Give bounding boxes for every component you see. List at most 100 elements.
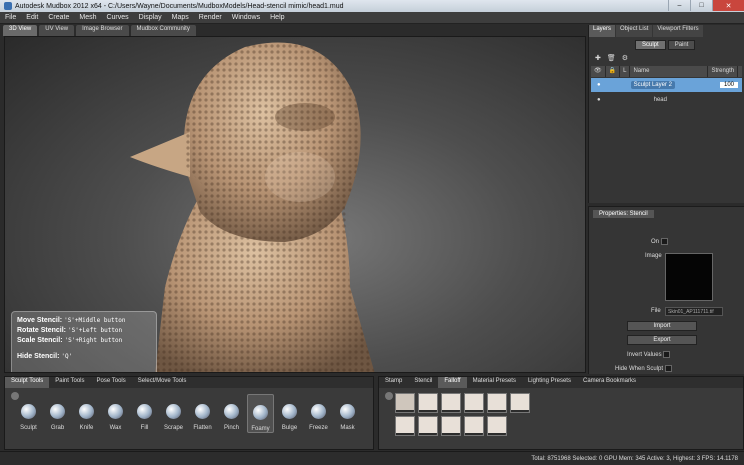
tool-grab[interactable]: Grab xyxy=(44,394,71,433)
paint-mode-button[interactable]: Paint xyxy=(667,40,696,50)
view-tabs: 3D View UV View Image Browser Mudbox Com… xyxy=(3,25,198,36)
tab-uv-view[interactable]: UV View xyxy=(39,25,75,36)
falloff-preset[interactable] xyxy=(441,393,461,413)
column-name: Name xyxy=(630,66,709,77)
on-label: On xyxy=(651,239,660,246)
close-button[interactable]: ✕ xyxy=(712,0,744,11)
falloff-preset[interactable] xyxy=(418,416,438,436)
presets-options-icon[interactable] xyxy=(385,392,393,400)
menu-help[interactable]: Help xyxy=(265,14,289,21)
layer-options-icon[interactable]: ⚙ xyxy=(622,54,628,62)
file-path-field[interactable]: Skin01_AP111711.tif xyxy=(665,307,723,316)
layer-mode-toggle: Sculpt Paint xyxy=(635,40,744,50)
maximize-button[interactable]: □ xyxy=(690,0,712,11)
layer-toolbar: ✚ 🗑 ⚙ xyxy=(595,54,744,62)
tab-falloff[interactable]: Falloff xyxy=(438,377,467,388)
fill-tool-icon xyxy=(137,404,152,419)
export-button[interactable]: Export xyxy=(627,335,697,345)
minimize-button[interactable]: – xyxy=(668,0,690,11)
menu-curves[interactable]: Curves xyxy=(101,14,133,21)
presets-tray: Stamp Stencil Falloff Material Presets L… xyxy=(378,376,744,450)
tool-fill[interactable]: Fill xyxy=(131,394,158,433)
tab-stencil[interactable]: Stencil xyxy=(408,377,438,388)
menu-mesh[interactable]: Mesh xyxy=(74,14,101,21)
falloff-preset[interactable] xyxy=(395,416,415,436)
menu-render[interactable]: Render xyxy=(194,14,227,21)
tool-mask[interactable]: Mask xyxy=(334,394,361,433)
tool-flatten[interactable]: Flatten xyxy=(189,394,216,433)
tab-pose-tools[interactable]: Pose Tools xyxy=(91,377,132,388)
falloff-preset[interactable] xyxy=(441,416,461,436)
tool-wax[interactable]: Wax xyxy=(102,394,129,433)
tab-viewport-filters[interactable]: Viewport Filters xyxy=(653,25,703,37)
tab-select-move-tools[interactable]: Select/Move Tools xyxy=(132,377,193,388)
tool-foamy[interactable]: Foamy xyxy=(247,394,274,433)
import-button[interactable]: Import xyxy=(627,321,697,331)
tab-mudbox-community[interactable]: Mudbox Community xyxy=(130,25,196,36)
tool-label: Grab xyxy=(50,425,65,431)
tab-stamp[interactable]: Stamp xyxy=(379,377,408,388)
visibility-dot-icon[interactable]: ● xyxy=(597,82,601,88)
tool-label: Wax xyxy=(109,425,122,431)
layer-strength-input[interactable]: 100 xyxy=(720,82,738,88)
tab-lighting-presets[interactable]: Lighting Presets xyxy=(522,377,577,388)
menu-create[interactable]: Create xyxy=(43,14,74,21)
tray-options-icon[interactable] xyxy=(11,392,19,400)
tool-label: Mask xyxy=(340,425,355,431)
menu-file[interactable]: File xyxy=(0,14,21,21)
invert-values-checkbox[interactable] xyxy=(663,351,671,358)
tool-label: Foamy xyxy=(251,426,270,432)
falloff-preset[interactable] xyxy=(418,393,438,413)
scale-stencil-hint: Scale Stencil: 'S'+Right button xyxy=(17,337,123,344)
menu-edit[interactable]: Edit xyxy=(21,14,43,21)
on-checkbox[interactable] xyxy=(660,238,668,245)
tool-pinch[interactable]: Pinch xyxy=(218,394,245,433)
stencil-image-thumbnail[interactable] xyxy=(665,253,713,301)
layer-row[interactable]: ● Sculpt Layer 2 100 xyxy=(591,78,742,92)
tool-label: Bulge xyxy=(281,425,298,431)
layer-table-header: 👁 🔒 L Name Strength xyxy=(591,66,742,77)
invert-values-row: Invert Values xyxy=(627,351,671,358)
mudbox-logo-icon xyxy=(4,2,12,10)
falloff-preset[interactable] xyxy=(487,393,507,413)
tab-layers[interactable]: Layers xyxy=(589,25,616,37)
window-controls: – □ ✕ xyxy=(668,0,744,12)
tab-camera-bookmarks[interactable]: Camera Bookmarks xyxy=(577,377,642,388)
falloff-preset[interactable] xyxy=(395,393,415,413)
tab-paint-tools[interactable]: Paint Tools xyxy=(49,377,90,388)
layer-name: head xyxy=(653,97,667,103)
foamy-tool-icon xyxy=(253,405,268,420)
falloff-preset[interactable] xyxy=(464,393,484,413)
tool-knife[interactable]: Knife xyxy=(73,394,100,433)
hide-when-sculpt-checkbox[interactable] xyxy=(664,365,672,372)
layer-row[interactable]: ● head xyxy=(591,93,742,107)
menu-maps[interactable]: Maps xyxy=(167,14,194,21)
window-title: Autodesk Mudbox 2012 x64 - C:/Users/Wayn… xyxy=(15,2,344,10)
tab-object-list[interactable]: Object List xyxy=(616,25,653,37)
falloff-preset[interactable] xyxy=(464,416,484,436)
menu-windows[interactable]: Windows xyxy=(227,14,265,21)
lock-column-icon: 🔒 xyxy=(606,66,621,77)
tab-sculpt-tools[interactable]: Sculpt Tools xyxy=(5,377,50,388)
tab-3d-view[interactable]: 3D View xyxy=(3,25,38,36)
visibility-dot-icon[interactable]: ● xyxy=(597,97,601,103)
sculpt-mode-button[interactable]: Sculpt xyxy=(635,40,666,50)
file-label: File xyxy=(651,308,661,314)
3d-viewport[interactable]: Move Stencil: 'S'+Middle button Rotate S… xyxy=(4,36,586,373)
hide-when-sculpt-row: Hide When Sculpt xyxy=(615,365,672,372)
new-layer-icon[interactable]: ✚ xyxy=(595,54,601,62)
tool-freeze[interactable]: Freeze xyxy=(305,394,332,433)
tool-sculpt[interactable]: Sculpt xyxy=(15,394,42,433)
tool-scrape[interactable]: Scrape xyxy=(160,394,187,433)
tool-bulge[interactable]: Bulge xyxy=(276,394,303,433)
delete-layer-icon[interactable]: 🗑 xyxy=(607,54,616,62)
tab-material-presets[interactable]: Material Presets xyxy=(467,377,522,388)
tab-image-browser[interactable]: Image Browser xyxy=(76,25,129,36)
hide-stencil-hint: Hide Stencil: 'Q' xyxy=(17,353,73,360)
menu-display[interactable]: Display xyxy=(134,14,167,21)
tool-label: Pinch xyxy=(223,425,239,431)
tool-label: Fill xyxy=(140,425,149,431)
freeze-tool-icon xyxy=(311,404,326,419)
falloff-preset[interactable] xyxy=(487,416,507,436)
falloff-preset[interactable] xyxy=(510,393,530,413)
